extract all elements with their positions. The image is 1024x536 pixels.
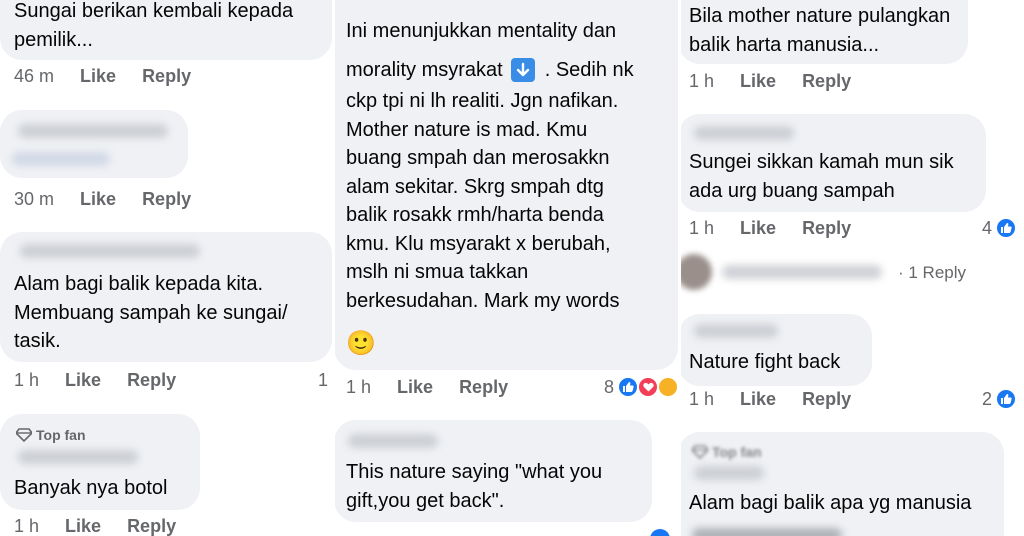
like-button[interactable]: Like xyxy=(740,389,776,410)
comment-column-1: Sungai berikan kembali kepada pemilik...… xyxy=(0,0,334,536)
commenter-name xyxy=(18,124,168,138)
avatar[interactable] xyxy=(680,254,712,290)
like-reaction-icon xyxy=(995,217,1018,239)
like-button[interactable]: Like xyxy=(80,66,116,87)
comment-time: 30 m xyxy=(14,189,55,209)
comment-text: Nature fight back xyxy=(689,351,841,373)
reply-button[interactable]: Reply xyxy=(142,66,191,87)
badge-label: Top fan xyxy=(36,427,86,443)
comment-time: 1 h xyxy=(689,71,715,91)
commenter-name xyxy=(18,450,138,464)
like-button[interactable]: Like xyxy=(80,189,116,210)
diamond-icon xyxy=(692,445,708,459)
comment-meta: 1 h Like Reply xyxy=(689,218,851,239)
like-button[interactable]: Like xyxy=(740,71,776,92)
comment-text: This nature saying "what you gift,you ge… xyxy=(346,461,603,512)
comment-text-cut xyxy=(692,528,842,536)
like-button[interactable]: Like xyxy=(65,370,101,391)
comment-text-part: morality msyrakat xyxy=(346,59,503,81)
reply-button[interactable]: Reply xyxy=(802,389,851,410)
comment-column-2: Ini menunjukkan mentality dan morality m… xyxy=(334,0,680,536)
reply-button[interactable]: Reply xyxy=(459,377,508,398)
comment-text: Banyak nya botol xyxy=(14,477,168,499)
top-fan-badge: Top fan xyxy=(16,427,86,443)
comment-time: 1 h xyxy=(14,516,40,536)
reply-button[interactable]: Reply xyxy=(127,516,176,536)
comment-text: Alam bagi balik apa yg manusia xyxy=(689,492,972,514)
comment-time: 1 h xyxy=(346,377,372,397)
comment-text: Bila mother nature pulangkan balik harta… xyxy=(689,5,951,56)
commenter-name xyxy=(694,126,794,140)
comment-time: 1 h xyxy=(14,370,40,390)
comment-text-redacted xyxy=(12,152,110,166)
love-reaction-icon xyxy=(637,376,660,398)
view-replies-link[interactable]: · 1 Reply xyxy=(898,263,966,283)
comment-time: 46 m xyxy=(14,66,55,86)
reply-button[interactable]: Reply xyxy=(127,370,176,391)
reply-author-name xyxy=(722,265,882,279)
reaction-count: 8 xyxy=(604,376,680,398)
reaction-number: 4 xyxy=(982,217,993,238)
comment-text-line: morality msyrakat . Sedih nk xyxy=(346,56,634,85)
reaction-count: 2 xyxy=(982,388,1018,410)
comment-text: Alam bagi balik kepada kita. Membuang sa… xyxy=(14,273,288,352)
down-arrow-icon xyxy=(510,58,535,83)
comment-meta: 1 h Like Reply xyxy=(346,377,508,398)
commenter-name xyxy=(348,434,438,448)
reaction-count: 1 xyxy=(318,370,328,391)
reaction-number: 1 xyxy=(318,370,329,390)
comment-time: 1 h xyxy=(689,389,715,409)
like-button[interactable]: Like xyxy=(397,377,433,398)
like-button[interactable]: Like xyxy=(65,516,101,536)
comment-text: Sungai berikan kembali kepada pemilik... xyxy=(14,0,294,51)
comment-meta: 1 h Like Reply xyxy=(689,389,851,410)
column-divider xyxy=(332,0,335,536)
reaction-number: 2 xyxy=(982,388,993,409)
badge-label: Top fan xyxy=(712,444,762,460)
comment-meta: 1 h Like Reply xyxy=(689,71,851,92)
haha-reaction-icon xyxy=(657,376,680,398)
reaction-count xyxy=(650,529,670,536)
reaction-number: 8 xyxy=(604,376,615,397)
like-reaction-icon xyxy=(617,376,640,398)
like-reaction-icon xyxy=(995,388,1018,410)
column-divider xyxy=(678,0,681,536)
comment-time: 1 h xyxy=(689,218,715,238)
reply-button[interactable]: Reply xyxy=(142,189,191,210)
top-fan-badge: Top fan xyxy=(692,444,762,460)
commenter-name xyxy=(694,466,764,480)
comment-meta: 30 m Like Reply xyxy=(14,189,191,210)
comment-text: ckp tpi ni lh realiti. Jgn nafikan. Moth… xyxy=(346,90,620,312)
comment-meta: 46 m Like Reply xyxy=(14,66,191,87)
comment-bubble xyxy=(0,110,188,178)
comment-text: Ini menunjukkan mentality dan xyxy=(346,20,617,42)
comment-meta: 1 h Like Reply xyxy=(14,516,176,536)
comment-column-3: Bila mother nature pulangkan balik harta… xyxy=(680,0,1024,536)
comment-meta: 1 h Like Reply xyxy=(14,370,176,391)
comment-text: Sungei sikkan kamah mun sik ada urg buan… xyxy=(689,151,954,202)
commenter-name xyxy=(20,244,200,258)
reply-button[interactable]: Reply xyxy=(802,218,851,239)
reply-button[interactable]: Reply xyxy=(802,71,851,92)
reaction-count: 4 xyxy=(982,217,1018,239)
commenter-name xyxy=(694,324,778,338)
smile-emoji-icon: 🙂 xyxy=(346,330,376,357)
like-button[interactable]: Like xyxy=(740,218,776,239)
diamond-icon xyxy=(16,428,32,442)
comment-text-part: . Sedih nk xyxy=(544,59,634,81)
